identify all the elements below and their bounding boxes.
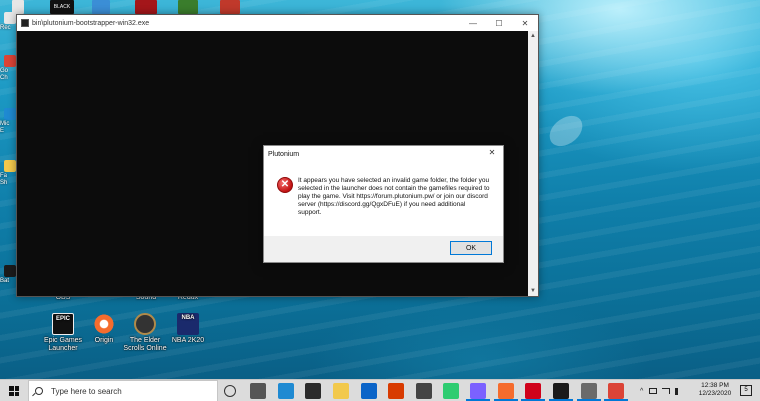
start-button[interactable] — [0, 380, 28, 401]
clock-date: 12/23/2020 — [698, 390, 732, 397]
maximize-button[interactable]: ☐ — [486, 15, 512, 31]
close-button[interactable]: ✕ — [512, 15, 538, 31]
black-ops-icon[interactable]: BLACK — [50, 0, 74, 14]
notification-center-icon[interactable]: 5 — [740, 385, 752, 396]
clock[interactable]: 12:38 PM 12/23/2020 — [693, 382, 737, 398]
file-shortcut-icon — [4, 160, 16, 172]
red-app-top-icon[interactable] — [220, 0, 240, 14]
minimize-button[interactable]: — — [460, 15, 486, 31]
left-label: Go — [0, 68, 9, 74]
minecraft-icon[interactable] — [178, 0, 198, 14]
epic-games-icon: EPIC — [52, 313, 74, 335]
store-icon[interactable] — [305, 383, 321, 399]
left-label: Bat — [0, 278, 10, 284]
windows-icon — [9, 386, 19, 396]
red-app-icon[interactable] — [525, 383, 541, 399]
left-label: Fa — [0, 173, 8, 179]
app-icon[interactable] — [250, 383, 266, 399]
scroll-up-icon[interactable]: ▲ — [528, 31, 538, 41]
desktop-icon-nba[interactable]: NBA NBA 2K20 — [157, 313, 219, 345]
dialog-titlebar[interactable]: Plutonium ✕ — [264, 146, 503, 162]
chrome-shortcut-icon — [4, 55, 16, 67]
task-view-icon[interactable] — [224, 385, 236, 397]
office-icon[interactable] — [388, 383, 404, 399]
left-label: Rec — [0, 25, 11, 31]
left-label: Sh — [0, 180, 8, 186]
dialog-footer: OK — [264, 236, 503, 262]
tray-chevron-icon[interactable]: ^ — [640, 388, 643, 395]
nba-2k20-icon: NBA — [177, 313, 199, 335]
edge-icon[interactable] — [278, 383, 294, 399]
error-dialog: Plutonium ✕ ✕ It appears you have select… — [263, 145, 504, 263]
scroll-down-icon[interactable]: ▼ — [528, 286, 538, 296]
error-icon: ✕ — [277, 177, 293, 193]
network-icon[interactable] — [649, 388, 658, 394]
dialog-title: Plutonium — [268, 150, 300, 158]
bootstrapper-app-icon[interactable] — [581, 383, 597, 399]
chrome-icon[interactable] — [608, 383, 624, 399]
search-box[interactable]: Type here to search — [28, 380, 218, 401]
media-app-icon[interactable] — [470, 383, 486, 399]
dialog-message: It appears you have selected an invalid … — [298, 177, 490, 217]
ok-button[interactable]: OK — [450, 241, 492, 255]
dialog-content: ✕ It appears you have selected an invali… — [264, 162, 503, 236]
left-label: Ch — [0, 75, 8, 81]
terminal-app-icon[interactable] — [553, 383, 569, 399]
window-controls: — ☐ ✕ — [460, 15, 538, 31]
battle-shortcut-icon — [4, 265, 16, 277]
red-dead-icon[interactable] — [135, 0, 157, 14]
edge-shortcut-icon — [4, 108, 16, 120]
circle-app-icon[interactable] — [416, 383, 432, 399]
wifi-icon[interactable] — [662, 388, 671, 394]
origin-icon — [93, 313, 115, 335]
elder-scrolls-icon — [134, 313, 156, 335]
search-icon — [35, 387, 43, 395]
clock-time: 12:38 PM — [701, 382, 729, 389]
dialog-close-button[interactable]: ✕ — [487, 148, 497, 160]
file-explorer-icon[interactable] — [333, 383, 349, 399]
green-app-icon[interactable] — [443, 383, 459, 399]
recycle-icon — [4, 12, 16, 24]
origin-app-icon[interactable] — [498, 383, 514, 399]
left-label: Mic — [0, 121, 10, 127]
mail-icon[interactable] — [361, 383, 377, 399]
taskbar: Type here to search ^ 12:38 PM 12/23/202… — [0, 379, 760, 401]
console-scrollbar[interactable]: ▲ ▼ — [528, 31, 538, 296]
blue-app-icon[interactable] — [92, 0, 110, 14]
desktop-icon-label: NBA 2K20 — [171, 337, 205, 344]
system-tray: ^ — [640, 380, 685, 401]
console-app-icon — [21, 19, 29, 27]
search-placeholder: Type here to search — [51, 386, 122, 396]
left-label: E — [0, 128, 5, 134]
volume-icon[interactable] — [675, 387, 683, 395]
console-titlebar[interactable]: bin\plutonium-bootstrapper-win32.exe — ☐… — [17, 15, 538, 31]
console-title: bin\plutonium-bootstrapper-win32.exe — [32, 19, 150, 27]
